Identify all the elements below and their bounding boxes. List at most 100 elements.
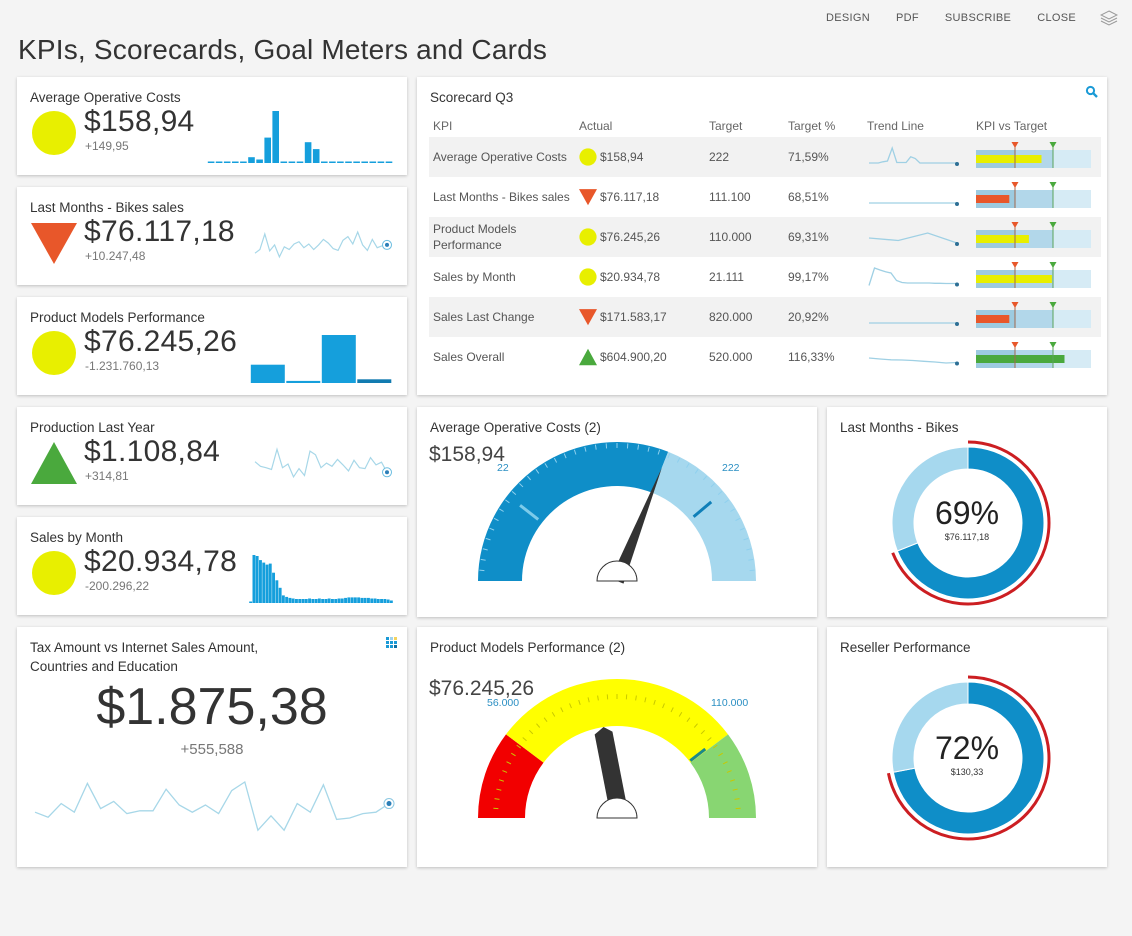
donut-card-bikes[interactable]: Last Months - Bikes 69% $76.117,18 xyxy=(827,407,1107,617)
scorecard-target: 222 xyxy=(705,137,784,177)
scorecard-bullet-cell xyxy=(972,137,1101,177)
spark-bar xyxy=(369,161,377,163)
spark-bar xyxy=(360,597,364,603)
col-kpi: KPI xyxy=(433,119,453,133)
kpi-card-delta: +314,81 xyxy=(85,469,129,483)
spark-bar xyxy=(337,598,341,603)
threshold-marker-icon xyxy=(1011,181,1019,188)
status-circle-icon xyxy=(579,228,597,246)
spark-bar xyxy=(249,601,253,603)
scorecard-kpi-name: Product Models Performance xyxy=(429,217,575,257)
kpi-card-average-operative-costs[interactable]: Average Operative Costs $158,94 +149,95 xyxy=(17,77,407,175)
scorecard-trend-cell xyxy=(863,177,972,217)
kpi-card-production-last-year[interactable]: Production Last Year $1.108,84 +314,81 xyxy=(17,407,407,505)
scorecard-actual: $76.245,26 xyxy=(600,230,661,244)
spark-bar xyxy=(223,161,231,163)
tax-card-value: $1.875,38 xyxy=(96,678,328,736)
spark-bar xyxy=(363,597,367,603)
scorecard-bullet-cell xyxy=(972,337,1101,377)
kpi-sparkline xyxy=(249,555,393,603)
kpi-vs-target-bullet xyxy=(976,301,1091,328)
donut-bikes-percent: 69% xyxy=(934,495,1000,531)
status-circle-icon xyxy=(579,148,597,166)
kpi-card-sales-by-month[interactable]: Sales by Month $20.934,78 -200.296,22 xyxy=(17,517,407,615)
gauge-card-product-models[interactable]: Product Models Performance (2) $76.245,2… xyxy=(417,627,817,867)
search-icon[interactable] xyxy=(1085,85,1099,99)
scorecard-row[interactable]: Sales Last Change $171.583,17 820.000 20,92… xyxy=(429,297,1101,337)
close-link[interactable]: CLOSE xyxy=(1037,12,1076,24)
trend-up-triangle-icon xyxy=(31,442,77,484)
spark-bar xyxy=(385,161,393,163)
spark-bar xyxy=(291,598,295,603)
scorecard-row[interactable]: Average Operative Costs $158,94 222 71,59% xyxy=(429,137,1101,177)
spark-bar xyxy=(370,598,374,603)
trend-line xyxy=(868,231,958,244)
threshold-marker-icon xyxy=(1011,341,1019,348)
scorecard-actual-cell: $76.117,18 xyxy=(575,177,705,217)
tax-spark-line xyxy=(34,780,390,832)
spark-line xyxy=(254,230,388,259)
kpi-card-value: $20.934,78 xyxy=(84,545,238,578)
kpi-indicator xyxy=(31,440,77,486)
page-title: KPIs, Scorecards, Goal Meters and Cards xyxy=(18,34,548,65)
trend-end-dot xyxy=(955,201,959,206)
spark-bar xyxy=(296,161,304,163)
gauge-needle xyxy=(594,727,626,804)
donut-bikes-value: $76.117,18 xyxy=(944,532,990,542)
kpi-card-value: $1.108,84 xyxy=(84,435,221,468)
spark-bar xyxy=(321,335,356,383)
layers-icon[interactable] xyxy=(1100,10,1118,26)
kpi-card-delta: +10.247,48 xyxy=(85,249,146,263)
scorecard-actual-cell: $20.934,78 xyxy=(575,257,705,297)
scorecard-trend-cell xyxy=(863,337,972,377)
scorecard-row[interactable]: Last Months - Bikes sales $76.117,18 111.1… xyxy=(429,177,1101,217)
gauge-card-operative-costs[interactable]: Average Operative Costs (2) $158,94 22 2… xyxy=(417,407,817,617)
spark-bar xyxy=(312,149,320,163)
status-circle-icon xyxy=(32,551,76,595)
tax-card-title: Tax Amount vs Internet Sales Amount, Cou… xyxy=(30,638,258,676)
threshold-marker-icon xyxy=(1011,221,1019,228)
trend-sparkline xyxy=(868,356,959,365)
spark-bar xyxy=(353,597,357,603)
scorecard-actual: $158,94 xyxy=(600,150,644,164)
scorecard-row[interactable]: Sales by Month $20.934,78 21.111 99,17% xyxy=(429,257,1101,297)
spark-bar xyxy=(304,142,312,163)
spark-bar xyxy=(295,599,298,603)
target-marker-icon xyxy=(1049,181,1057,188)
design-link[interactable]: DESIGN xyxy=(826,12,870,24)
spark-bar xyxy=(301,599,305,603)
tax-amount-card[interactable]: Tax Amount vs Internet Sales Amount, Cou… xyxy=(17,627,407,867)
spark-bar xyxy=(264,137,271,163)
scorecard-target-pct: 20,92% xyxy=(784,297,863,337)
spark-bar xyxy=(344,597,347,603)
scorecard-row[interactable]: Product Models Performance $76.245,26 110.… xyxy=(429,217,1101,257)
trend-line xyxy=(868,356,958,364)
scorecard-target-pct: 116,33% xyxy=(788,350,835,364)
kpi-card-delta: -200.296,22 xyxy=(85,579,150,593)
spark-bar xyxy=(334,599,338,603)
spark-bar xyxy=(288,161,296,163)
spark-line xyxy=(254,447,388,479)
kpi-card-bikes-sales[interactable]: Last Months - Bikes sales $76.117,18 +10.2… xyxy=(17,187,407,285)
trend-sparkline xyxy=(869,201,959,206)
pdf-link[interactable]: PDF xyxy=(896,12,919,24)
scorecard-bullet-cell xyxy=(972,217,1101,257)
spark-bar xyxy=(373,598,377,603)
kpi-vs-target-bullet xyxy=(976,261,1091,288)
tax-card-delta: +555,588 xyxy=(180,741,244,758)
trend-down-triangle-icon xyxy=(579,189,597,206)
grid-chart-icon[interactable] xyxy=(386,637,398,649)
donut-card-reseller[interactable]: Reseller Performance 72% $130,33 xyxy=(827,627,1107,867)
scorecard-title: Scorecard Q3 xyxy=(430,90,514,105)
scorecard-kpi-name: Average Operative Costs xyxy=(429,137,575,177)
scorecard-table: KPI Actual Target Target % Trend Line KP… xyxy=(429,115,1101,377)
trend-sparkline xyxy=(869,145,959,166)
spark-bar xyxy=(389,600,393,603)
kpi-vs-target-bullet xyxy=(976,341,1091,368)
kpi-card-product-models[interactable]: Product Models Performance $76.245,26 -1.2… xyxy=(17,297,407,395)
kpi-bar xyxy=(976,354,1065,363)
subscribe-link[interactable]: SUBSCRIBE xyxy=(945,12,1011,24)
status-circle-icon xyxy=(32,111,76,155)
scorecard-row[interactable]: Sales Overall $604.900,20 520.000 116,33% xyxy=(429,337,1101,377)
donut-reseller-percent: 72% xyxy=(934,730,1000,766)
